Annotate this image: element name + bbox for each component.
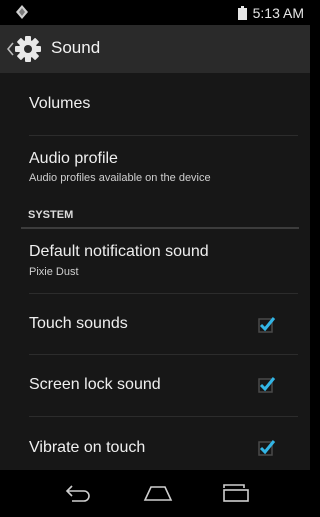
vibrate-on-touch-checkbox[interactable] bbox=[258, 438, 276, 456]
page-title: Sound bbox=[51, 38, 101, 57]
vibrate-on-touch-item[interactable]: Vibrate on touch bbox=[0, 417, 310, 470]
recents-icon[interactable] bbox=[220, 480, 252, 506]
home-icon[interactable] bbox=[142, 480, 174, 506]
status-time: 5:13 AM bbox=[252, 4, 304, 21]
back-icon[interactable] bbox=[62, 480, 94, 506]
notification-icon bbox=[16, 5, 28, 19]
section-header-system: SYSTEM bbox=[28, 209, 74, 221]
status-right: 5:13 AM bbox=[237, 0, 304, 25]
touch-sounds-item[interactable]: Touch sounds bbox=[0, 294, 310, 354]
touch-sounds-checkbox[interactable] bbox=[258, 315, 276, 333]
status-bar: 5:13 AM bbox=[0, 0, 310, 25]
screen-lock-sound-checkbox[interactable] bbox=[258, 375, 276, 393]
screen-lock-sound-title: Screen lock sound bbox=[29, 376, 161, 393]
touch-sounds-title: Touch sounds bbox=[29, 315, 128, 332]
default-notification-sound-title: Default notification sound bbox=[29, 243, 209, 260]
audio-profile-title: Audio profile bbox=[29, 150, 118, 167]
battery-icon bbox=[237, 5, 247, 20]
volumes-title: Volumes bbox=[29, 95, 91, 112]
action-bar: Sound bbox=[0, 25, 310, 73]
screen-lock-sound-item[interactable]: Screen lock sound bbox=[0, 355, 310, 416]
vibrate-on-touch-title: Vibrate on touch bbox=[29, 439, 146, 456]
default-notification-sound-item[interactable]: Default notification sound Pixie Dust bbox=[0, 229, 310, 293]
default-notification-sound-summary: Pixie Dust bbox=[29, 266, 79, 278]
gear-icon[interactable] bbox=[14, 35, 42, 63]
audio-profile-summary: Audio profiles available on the device bbox=[29, 172, 211, 184]
audio-profile-item[interactable]: Audio profile Audio profiles available o… bbox=[0, 136, 310, 203]
up-caret-icon[interactable] bbox=[7, 42, 14, 56]
navigation-bar bbox=[0, 470, 310, 517]
volumes-item[interactable]: Volumes bbox=[0, 73, 310, 135]
sound-settings-screen: 5:13 AM Sound Volumes Audio profile Audi… bbox=[0, 0, 310, 517]
